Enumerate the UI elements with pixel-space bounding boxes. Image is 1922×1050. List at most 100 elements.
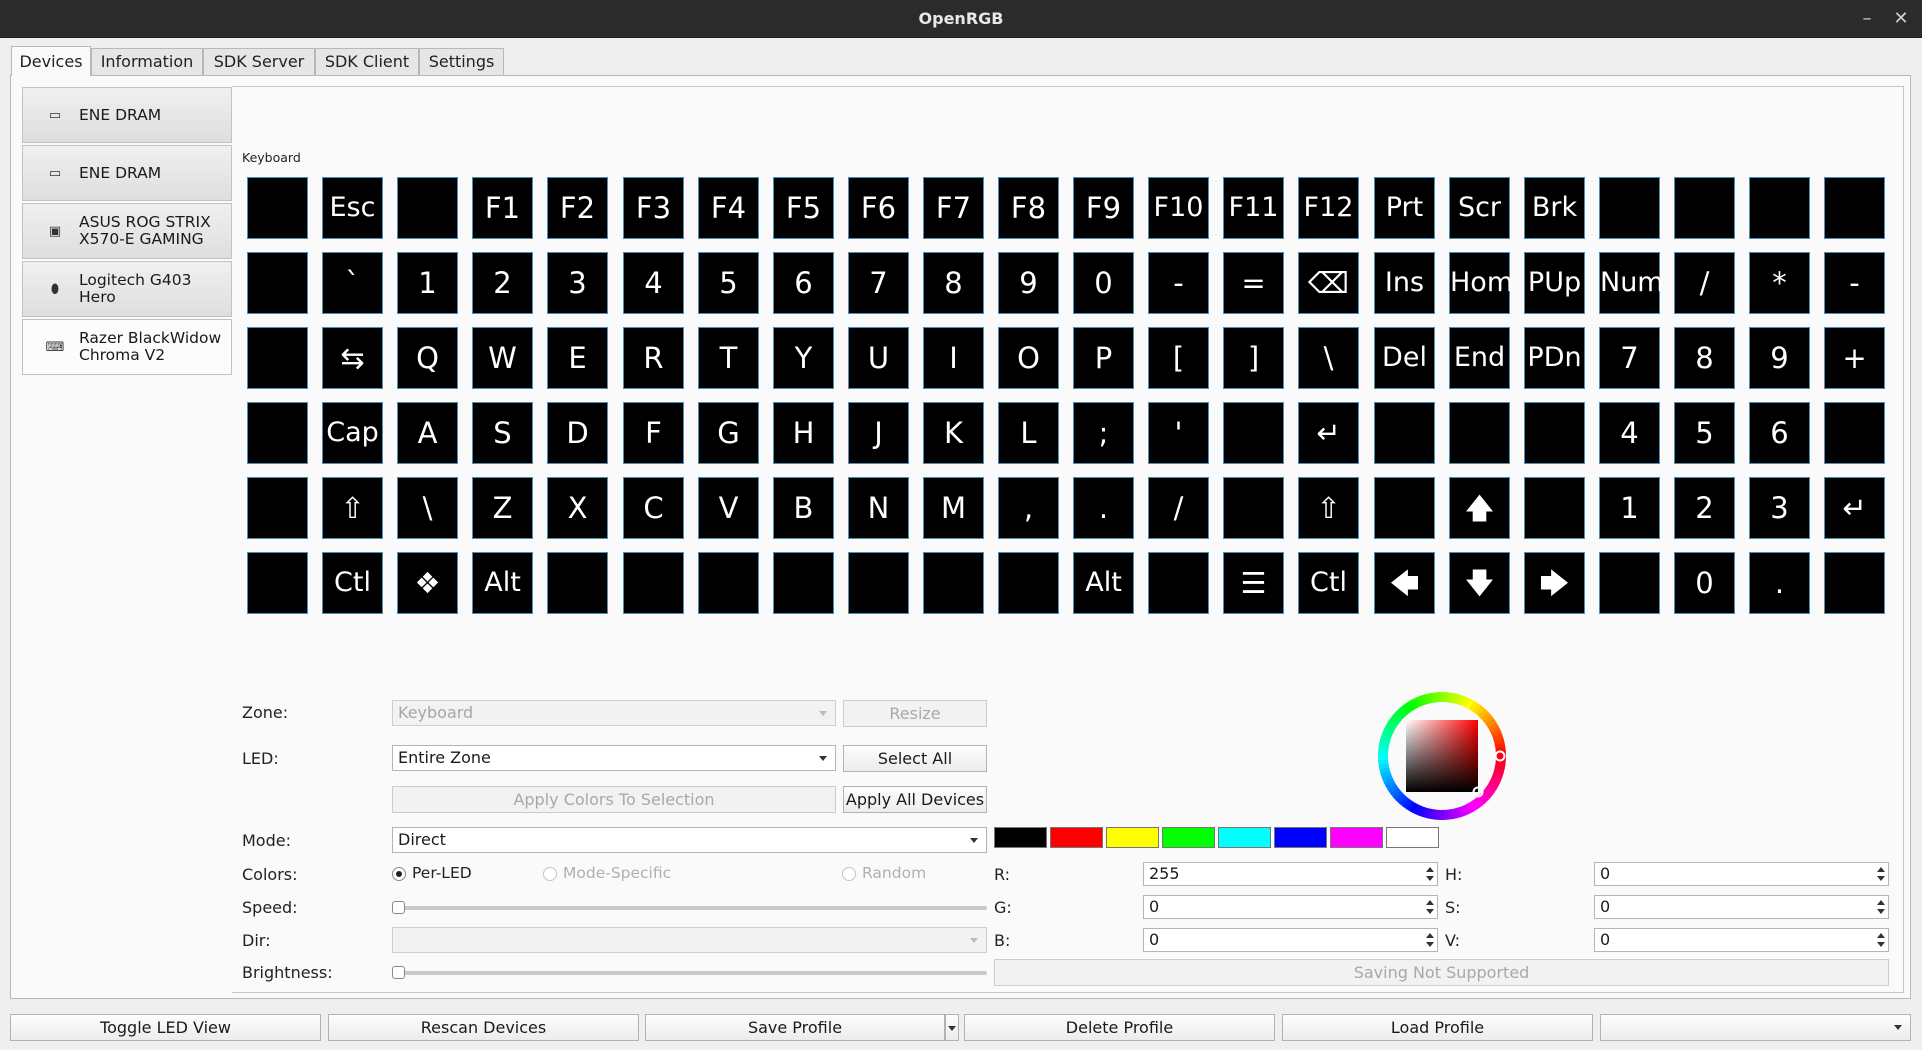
led-key[interactable]: * [1749, 252, 1810, 314]
resize-button[interactable]: Resize [843, 700, 987, 727]
led-key[interactable]: ] [1223, 327, 1284, 389]
led-key[interactable]: T [698, 327, 759, 389]
device-item-logitech-g403[interactable]: ⬮ Logitech G403 Hero [22, 261, 232, 317]
led-key[interactable]: ⌫ [1298, 252, 1359, 314]
led-key[interactable]: \ [397, 477, 458, 539]
swatch-yellow[interactable] [1106, 827, 1159, 848]
led-key[interactable]: U [848, 327, 909, 389]
led-key[interactable]: ; [1073, 402, 1134, 464]
led-key[interactable]: 6 [773, 252, 834, 314]
led-key[interactable]: 8 [1674, 327, 1735, 389]
led-key[interactable] [623, 552, 684, 614]
swatch-cyan[interactable] [1218, 827, 1271, 848]
led-key[interactable] [1824, 552, 1885, 614]
spin-up-icon[interactable] [1877, 933, 1885, 938]
led-key[interactable]: E [547, 327, 608, 389]
led-key[interactable]: Y [773, 327, 834, 389]
led-key[interactable] [848, 552, 909, 614]
tab-devices[interactable]: Devices [11, 46, 91, 76]
led-key[interactable]: 3 [1749, 477, 1810, 539]
mode-select[interactable]: Direct [392, 827, 987, 853]
spin-down-icon[interactable] [1426, 876, 1434, 881]
speed-slider[interactable] [392, 906, 987, 910]
delete-profile-button[interactable]: Delete Profile [964, 1014, 1275, 1041]
spin-up-icon[interactable] [1426, 900, 1434, 905]
led-key[interactable] [1599, 552, 1660, 614]
led-key[interactable]: M [923, 477, 984, 539]
toggle-led-view-button[interactable]: Toggle LED View [10, 1014, 321, 1041]
blue-spinbox[interactable]: 0 [1143, 928, 1438, 952]
saturation-spinbox[interactable]: 0 [1594, 895, 1889, 919]
led-key[interactable]: 🡄 [1374, 552, 1435, 614]
led-key[interactable] [1374, 477, 1435, 539]
led-key[interactable]: F8 [998, 177, 1059, 239]
led-key[interactable]: G [698, 402, 759, 464]
load-profile-button[interactable]: Load Profile [1282, 1014, 1593, 1041]
led-key[interactable]: / [1148, 477, 1209, 539]
led-key[interactable]: Prt [1374, 177, 1435, 239]
save-profile-button[interactable]: Save Profile [645, 1014, 945, 1041]
led-key[interactable]: D [547, 402, 608, 464]
led-key[interactable] [1148, 552, 1209, 614]
apply-all-devices-button[interactable]: Apply All Devices [843, 786, 987, 813]
spin-up-icon[interactable] [1877, 867, 1885, 872]
profile-select[interactable] [1600, 1014, 1911, 1041]
led-key[interactable]: H [773, 402, 834, 464]
swatch-white[interactable] [1386, 827, 1439, 848]
led-key[interactable]: 3 [547, 252, 608, 314]
led-key[interactable]: F12 [1298, 177, 1359, 239]
led-key[interactable]: ❖ [397, 552, 458, 614]
led-key[interactable] [1223, 402, 1284, 464]
led-key[interactable]: Esc [322, 177, 383, 239]
led-key[interactable]: 4 [1599, 402, 1660, 464]
led-key[interactable]: 6 [1749, 402, 1810, 464]
led-key[interactable]: 2 [472, 252, 533, 314]
led-key[interactable]: P [1073, 327, 1134, 389]
led-key[interactable]: 8 [923, 252, 984, 314]
led-key[interactable] [1449, 402, 1510, 464]
direction-select[interactable] [392, 927, 987, 953]
led-key[interactable]: F9 [1073, 177, 1134, 239]
led-key[interactable]: ' [1148, 402, 1209, 464]
led-key[interactable]: - [1824, 252, 1885, 314]
rescan-devices-button[interactable]: Rescan Devices [328, 1014, 639, 1041]
swatch-blue[interactable] [1274, 827, 1327, 848]
spin-up-icon[interactable] [1426, 933, 1434, 938]
led-key[interactable] [1824, 177, 1885, 239]
zone-select[interactable]: Keyboard [392, 700, 836, 726]
brightness-slider[interactable] [392, 971, 987, 975]
led-key[interactable] [1824, 402, 1885, 464]
led-key[interactable]: V [698, 477, 759, 539]
led-key[interactable] [247, 327, 308, 389]
led-key[interactable]: \ [1298, 327, 1359, 389]
led-key[interactable] [397, 177, 458, 239]
led-key[interactable]: 🡆 [1524, 552, 1585, 614]
led-key[interactable]: F11 [1223, 177, 1284, 239]
led-key[interactable]: F [623, 402, 684, 464]
led-key[interactable]: - [1148, 252, 1209, 314]
value-spinbox[interactable]: 0 [1594, 928, 1889, 952]
led-select[interactable]: Entire Zone [392, 745, 836, 771]
led-key[interactable]: 0 [1073, 252, 1134, 314]
led-key[interactable]: ↵ [1824, 477, 1885, 539]
led-key[interactable]: F7 [923, 177, 984, 239]
led-key[interactable]: 5 [698, 252, 759, 314]
led-key[interactable]: . [1749, 552, 1810, 614]
device-item-ene-dram-2[interactable]: ▭ ENE DRAM [22, 145, 232, 201]
led-key[interactable]: ↵ [1298, 402, 1359, 464]
led-key[interactable]: R [623, 327, 684, 389]
led-key[interactable] [1223, 477, 1284, 539]
speed-slider-handle[interactable] [392, 901, 405, 914]
led-key[interactable] [1749, 177, 1810, 239]
led-key[interactable]: 🡇 [1449, 552, 1510, 614]
led-key[interactable]: 🡅 [1449, 477, 1510, 539]
tab-sdk-server[interactable]: SDK Server [203, 48, 315, 75]
led-key[interactable]: W [472, 327, 533, 389]
led-key[interactable] [998, 552, 1059, 614]
random-radio[interactable] [842, 867, 856, 881]
led-key[interactable] [923, 552, 984, 614]
brightness-slider-handle[interactable] [392, 966, 405, 979]
led-key[interactable]: I [923, 327, 984, 389]
led-key[interactable] [547, 552, 608, 614]
led-key[interactable]: 2 [1674, 477, 1735, 539]
